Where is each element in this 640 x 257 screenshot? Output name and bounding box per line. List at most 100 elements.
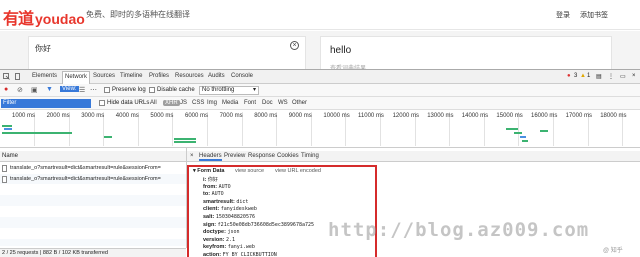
timeline-bar xyxy=(2,132,72,134)
request-row[interactable]: translate_o?smartresult=dict&smartresult… xyxy=(0,163,186,174)
type-xhr[interactable]: XHR xyxy=(163,100,180,106)
disable-cache-checkbox[interactable] xyxy=(149,87,155,93)
timeline-tick: 4000 ms xyxy=(115,113,139,119)
large-rows-icon[interactable]: ☰ xyxy=(79,86,85,94)
view-label[interactable]: View: xyxy=(60,86,79,92)
form-data-row: version: 2.1 xyxy=(203,237,235,243)
form-data-key: version: xyxy=(203,236,225,243)
form-data-key: salt: xyxy=(203,214,215,220)
view-source-link[interactable]: view source xyxy=(235,168,264,174)
source-text-value: 你好 xyxy=(35,44,51,53)
watermark: http://blog.az009.com xyxy=(328,219,590,241)
timeline-tick: 5000 ms xyxy=(150,113,174,119)
form-data-row: action: FY_BY_CLICKBUTTION xyxy=(203,252,277,257)
form-data-row: salt: 1503048820576 xyxy=(203,214,255,220)
youdao-logo[interactable]: 有道 youdao xyxy=(3,5,85,29)
timeline-tick: 13000 ms xyxy=(427,113,454,119)
source-text-input[interactable]: 你好 × xyxy=(28,36,306,69)
slogan: 免费、即时的多语种在线翻译 xyxy=(86,10,190,19)
type-js[interactable]: JS xyxy=(180,100,187,106)
form-data-row: doctype: json xyxy=(203,229,240,235)
timeline-bar xyxy=(540,130,548,132)
tab-resources[interactable]: Resources xyxy=(175,73,204,79)
record-icon[interactable]: ● xyxy=(4,86,8,93)
close-detail-icon[interactable]: × xyxy=(190,153,194,159)
tab-audits[interactable]: Audits xyxy=(208,73,225,79)
form-data-value: f21c50e08db736608d5ec3899678a725 xyxy=(217,221,314,228)
tab-elements[interactable]: Elements xyxy=(32,73,57,79)
type-other[interactable]: Other xyxy=(292,100,307,106)
console-drawer-icon[interactable]: ▤ xyxy=(596,73,602,80)
tab-cookies[interactable]: Cookies xyxy=(277,153,299,159)
form-data-row: sign: f21c50e08db736608d5ec3899678a725 xyxy=(203,222,314,228)
requests-header[interactable]: Name xyxy=(0,151,186,162)
form-data-key: action: xyxy=(203,252,222,257)
preserve-log-checkbox[interactable] xyxy=(104,87,110,93)
form-data-row: to: AUTO xyxy=(203,191,224,197)
hide-data-urls-checkbox[interactable] xyxy=(99,100,105,106)
inspect-icon[interactable] xyxy=(3,73,10,80)
form-data-key: client: xyxy=(203,206,220,213)
tab-headers[interactable]: Headers xyxy=(199,153,222,161)
timeline-tick: 6000 ms xyxy=(185,113,209,119)
close-icon[interactable]: × xyxy=(632,73,636,79)
form-data-row: keyfrom: fanyi.web xyxy=(203,244,255,250)
timeline-tick: 14000 ms xyxy=(461,113,489,119)
login-link[interactable]: 登录 xyxy=(556,10,570,20)
tab-sources[interactable]: Sources xyxy=(93,73,115,79)
column-name[interactable]: Name xyxy=(2,153,18,159)
type-media[interactable]: Media xyxy=(222,100,238,106)
type-img[interactable]: Img xyxy=(207,100,217,106)
type-ws[interactable]: WS xyxy=(278,100,288,106)
filter-icon[interactable]: ▼ xyxy=(46,86,53,93)
form-data-row: i: 你好 xyxy=(203,176,218,183)
dock-icon[interactable]: ▭ xyxy=(620,73,626,80)
type-font[interactable]: Font xyxy=(244,100,256,106)
logo-en: youdao xyxy=(35,11,85,27)
error-count[interactable]: 3 xyxy=(574,73,577,79)
form-data-row: smartresult: dict xyxy=(203,199,248,205)
tab-profiles[interactable]: Profiles xyxy=(149,73,169,79)
form-data-row: from: AUTO xyxy=(203,184,231,190)
overview-icon[interactable]: ⋯ xyxy=(90,86,97,94)
tab-timing[interactable]: Timing xyxy=(301,153,319,159)
form-data-key: sign: xyxy=(203,221,217,228)
timeline-tick: 3000 ms xyxy=(81,113,105,119)
timeline-tick: 11000 ms xyxy=(358,113,384,119)
youdao-header: 有道 youdao 免费、即时的多语种在线翻译 登录 添加书签 xyxy=(0,0,640,30)
clear-icon[interactable]: × xyxy=(290,41,299,50)
tab-preview[interactable]: Preview xyxy=(224,153,245,159)
network-toolbar: ● ⊘ ▣ ▼ View: ☰ ⋯ Preserve log Disable c… xyxy=(0,84,640,97)
capture-screenshots-icon[interactable]: ▣ xyxy=(31,86,38,94)
status-bar: 2 / 25 requests | 882 B / 102 KB transfe… xyxy=(0,248,186,257)
view-url-encoded-link[interactable]: view URL encoded xyxy=(275,168,321,174)
tab-response[interactable]: Response xyxy=(248,153,275,159)
type-css[interactable]: CSS xyxy=(192,100,204,106)
form-data-value: fanyideskweb xyxy=(220,206,257,213)
type-doc[interactable]: Doc xyxy=(262,100,273,106)
tab-console[interactable]: Console xyxy=(231,73,253,79)
device-icon[interactable] xyxy=(14,73,21,80)
timeline-tick: 9000 ms xyxy=(288,113,312,119)
network-overview[interactable]: 1000 ms 2000 ms 3000 ms 4000 ms 5000 ms 6000 … xyxy=(0,110,640,148)
throttling-value: No throttling xyxy=(202,87,235,93)
warning-count[interactable]: 1 xyxy=(587,73,590,79)
timeline-tick: 10000 ms xyxy=(323,113,350,119)
tab-network[interactable]: Network xyxy=(62,71,91,84)
timeline-tick: 16000 ms xyxy=(531,113,558,119)
devtools-tab-bar: Elements Network Sources Timeline Profil… xyxy=(0,70,640,84)
warning-icon[interactable]: ▲ xyxy=(580,73,586,79)
error-icon[interactable]: ● xyxy=(567,73,571,79)
request-row[interactable]: translate_o?smartresult=dict&smartresult… xyxy=(0,174,186,185)
type-all[interactable]: All xyxy=(150,100,157,106)
filter-input[interactable]: Filter xyxy=(1,99,91,108)
add-bookmark-link[interactable]: 添加书签 xyxy=(580,10,608,20)
file-icon xyxy=(2,165,7,172)
form-data-title[interactable]: ▾ Form Data xyxy=(193,168,225,174)
timeline-bar xyxy=(514,132,522,134)
clear-log-icon[interactable]: ⊘ xyxy=(17,86,23,94)
tab-timeline[interactable]: Timeline xyxy=(120,73,142,79)
timeline-tick: 12000 ms xyxy=(392,113,419,119)
throttling-select[interactable]: No throttling ▾ xyxy=(199,86,259,95)
more-menu-icon[interactable]: ⋮ xyxy=(608,73,614,80)
